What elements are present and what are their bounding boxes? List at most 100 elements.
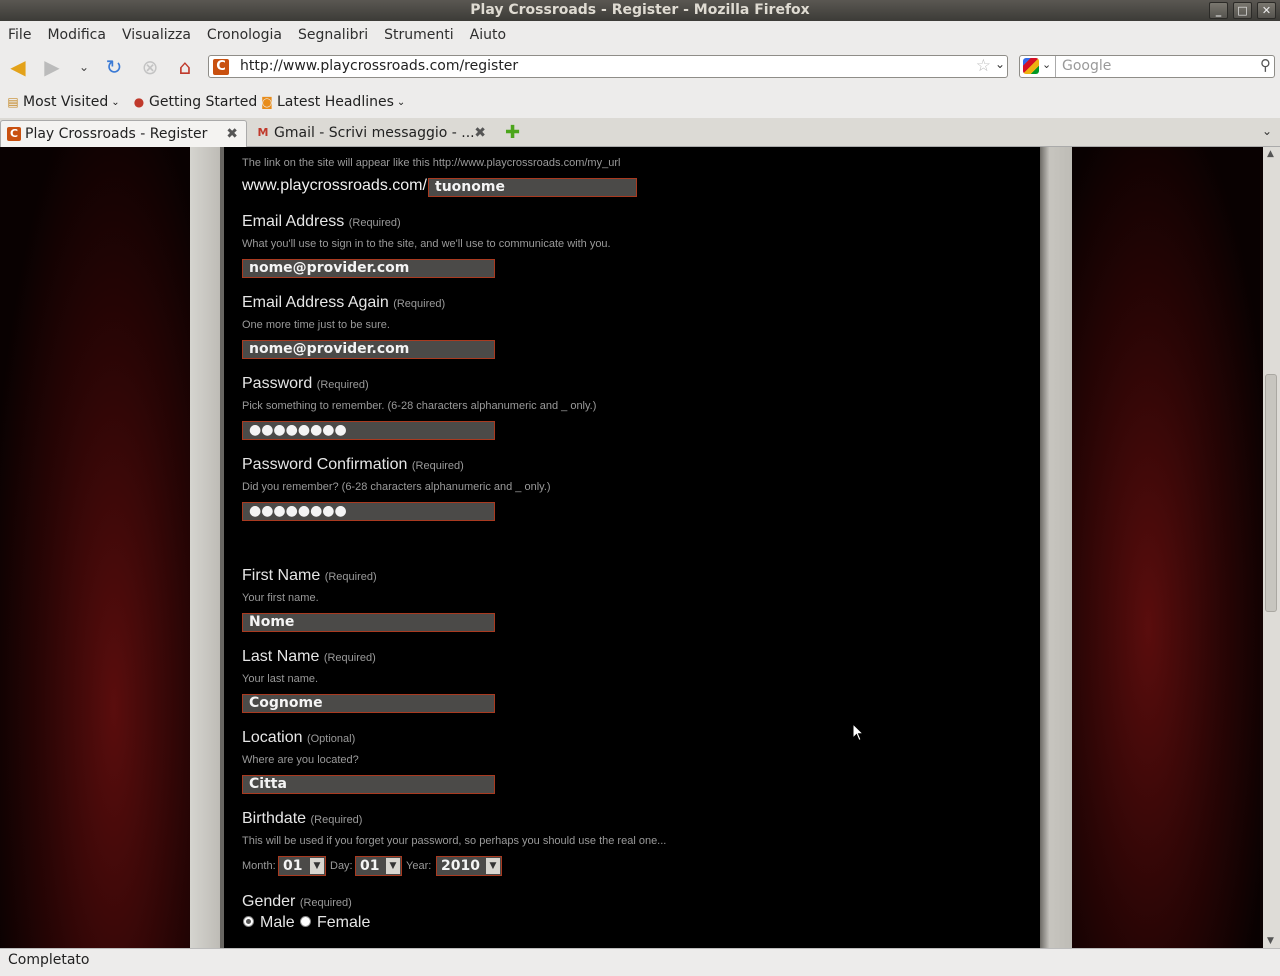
password-field[interactable]: ●●●●●●●●	[242, 421, 495, 440]
location-field[interactable]: Citta	[242, 775, 495, 794]
birthdate-hint: This will be used if you forget your pas…	[242, 835, 667, 847]
bookmark-getting-started[interactable]: ● Getting Started	[132, 94, 258, 110]
rss-icon: ◙	[261, 95, 273, 109]
optional-tag: (Optional)	[306, 733, 356, 745]
email-field[interactable]: nome@provider.com	[242, 259, 495, 278]
last-name-field[interactable]: Cognome	[242, 694, 495, 713]
location-label: Location (Optional)	[242, 729, 355, 747]
first-name-field[interactable]: Nome	[242, 613, 495, 632]
search-separator	[1055, 56, 1056, 77]
page-content: The link on the site will appear like th…	[0, 147, 1263, 948]
site-favicon-icon: C	[213, 59, 229, 75]
maximize-icon[interactable]: □	[1233, 2, 1252, 19]
tab-list-icon[interactable]: ⌄	[1262, 124, 1272, 138]
chevron-down-icon: ▼	[386, 858, 400, 874]
engine-dropdown-icon[interactable]: ⌄	[1042, 58, 1051, 71]
month-label: Month:	[242, 860, 276, 872]
custom-url-input[interactable]: tuonome	[428, 178, 637, 197]
menu-cronologia[interactable]: Cronologia	[199, 27, 290, 43]
required-tag: (Required)	[299, 897, 352, 909]
required-tag: (Required)	[323, 652, 376, 664]
gmail-icon: M	[257, 126, 269, 139]
stop-icon[interactable]: ⊗	[138, 56, 162, 78]
close-tab-icon[interactable]: ✖	[226, 121, 238, 148]
password-confirm-label: Password Confirmation (Required)	[242, 456, 464, 474]
location-hint: Where are you located?	[242, 754, 359, 766]
first-name-label: First Name (Required)	[242, 567, 377, 585]
right-frame	[1040, 147, 1072, 948]
menu-visualizza[interactable]: Visualizza	[114, 27, 199, 43]
menu-modifica[interactable]: Modifica	[39, 27, 114, 43]
tab-bar: C Play Crossroads - Register ✖ M Gmail -…	[0, 118, 1280, 147]
year-select[interactable]: 2010 ▼	[436, 856, 502, 876]
last-name-hint: Your last name.	[242, 673, 319, 685]
first-name-label-text: First Name	[242, 567, 321, 584]
email-hint: What you'll use to sign in to the site, …	[242, 238, 611, 250]
scroll-down-icon[interactable]: ▼	[1267, 936, 1274, 946]
left-frame	[190, 147, 220, 948]
menu-aiuto[interactable]: Aiuto	[462, 27, 514, 43]
year-value: 2010	[441, 858, 480, 874]
menu-segnalibri[interactable]: Segnalibri	[290, 27, 376, 43]
close-window-icon[interactable]: ✕	[1257, 2, 1276, 19]
bookmark-label: Getting Started	[149, 94, 258, 110]
required-tag: (Required)	[393, 298, 446, 310]
search-placeholder[interactable]: Google	[1062, 58, 1111, 74]
email-again-label-text: Email Address Again	[242, 294, 389, 311]
gender-male-radio[interactable]	[243, 916, 254, 927]
bookmark-latest-headlines[interactable]: ◙ Latest Headlines ⌄	[260, 94, 405, 110]
chevron-down-icon: ⌄	[396, 96, 406, 108]
menu-file[interactable]: File	[0, 27, 39, 43]
required-tag: (Required)	[348, 217, 401, 229]
month-value: 01	[283, 858, 303, 874]
site-favicon-icon: C	[7, 127, 21, 141]
required-tag: (Required)	[411, 460, 464, 472]
history-dropdown-icon[interactable]: ⌄	[72, 56, 96, 78]
bookmark-most-visited[interactable]: ▤ Most Visited ⌄	[6, 94, 120, 110]
minimize-icon[interactable]: _	[1209, 2, 1228, 19]
chevron-down-icon: ⌄	[111, 96, 120, 108]
reload-icon[interactable]: ↻	[102, 56, 126, 78]
url-prefix: www.playcrossroads.com/	[242, 177, 427, 194]
new-tab-icon[interactable]: ✚	[505, 122, 520, 143]
last-name-label-text: Last Name	[242, 648, 320, 665]
month-select[interactable]: 01 ▼	[278, 856, 326, 876]
chevron-down-icon: ▼	[310, 858, 324, 874]
bookmark-star-icon[interactable]: ☆	[976, 56, 991, 76]
menu-strumenti[interactable]: Strumenti	[376, 27, 462, 43]
back-arrow-icon[interactable]: ◀	[6, 56, 30, 78]
vertical-scrollbar[interactable]: ▲ ▼	[1263, 147, 1280, 948]
status-bar: Completato	[0, 948, 1280, 976]
first-name-hint: Your first name.	[242, 592, 319, 604]
day-select[interactable]: 01 ▼	[355, 856, 402, 876]
close-tab-icon[interactable]: ✖	[474, 120, 486, 147]
search-box[interactable]: ⌄ Google ⚲	[1019, 55, 1275, 78]
forward-arrow-icon[interactable]: ▶	[40, 56, 64, 78]
scroll-up-icon[interactable]: ▲	[1267, 149, 1274, 159]
left-background	[0, 147, 190, 948]
home-icon[interactable]: ⌂	[173, 56, 197, 78]
scrollbar-thumb[interactable]	[1265, 374, 1277, 612]
password-confirm-field[interactable]: ●●●●●●●●	[242, 502, 495, 521]
url-bar[interactable]: C http://www.playcrossroads.com/register…	[208, 55, 1008, 78]
firefox-icon: ●	[133, 95, 145, 109]
bookmark-label: Latest Headlines	[277, 94, 394, 110]
right-background	[1072, 147, 1263, 948]
last-name-label: Last Name (Required)	[242, 648, 376, 666]
url-text[interactable]: http://www.playcrossroads.com/register	[240, 58, 518, 74]
birthdate-label: Birthdate (Required)	[242, 810, 362, 828]
year-label: Year:	[406, 860, 432, 872]
url-dropdown-icon[interactable]: ⌄	[995, 57, 1005, 71]
search-icon[interactable]: ⚲	[1260, 56, 1271, 74]
gender-female-radio[interactable]	[300, 916, 311, 927]
gender-female-label: Female	[317, 914, 371, 931]
tab-play-crossroads[interactable]: C Play Crossroads - Register ✖	[0, 120, 247, 147]
email-again-field[interactable]: nome@provider.com	[242, 340, 495, 359]
status-text: Completato	[8, 952, 90, 968]
email-label: Email Address (Required)	[242, 213, 401, 231]
day-label: Day:	[330, 860, 353, 872]
google-engine-icon[interactable]	[1023, 58, 1039, 74]
tab-gmail[interactable]: M Gmail - Scrivi messaggio - ... ✖	[250, 120, 494, 147]
window-title-bar: Play Crossroads - Register - Mozilla Fir…	[0, 0, 1280, 21]
email-again-hint: One more time just to be sure.	[242, 319, 390, 331]
